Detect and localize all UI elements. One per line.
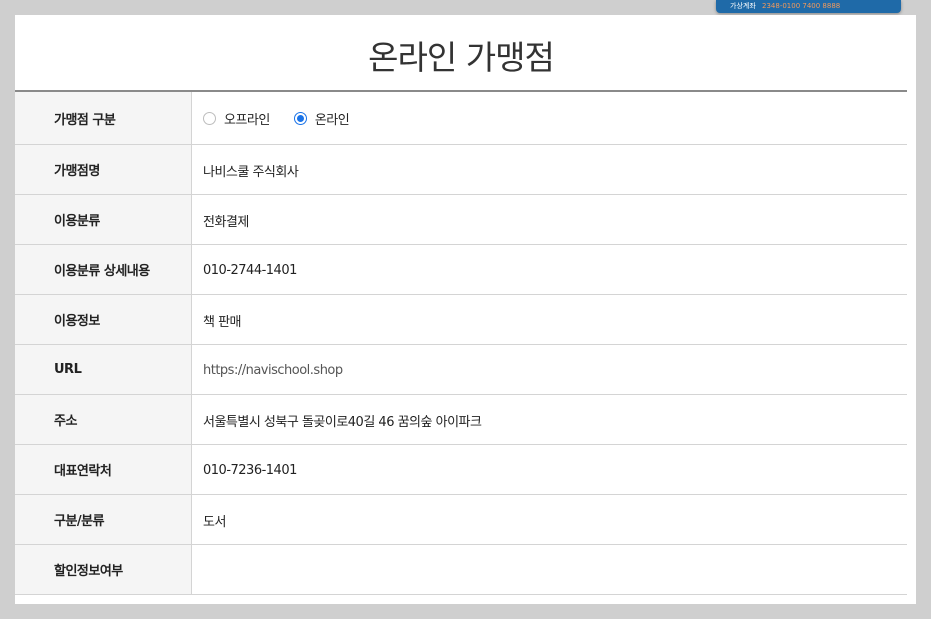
row-value: 책 판매: [203, 314, 242, 330]
table-row-merchant-name: 가맹점명 나비스쿨 주식회사: [15, 145, 907, 195]
radio-offline-button[interactable]: [203, 112, 216, 125]
table-row-classification: 구분/분류 도서: [15, 495, 907, 545]
url-link[interactable]: https://navischool.shop: [192, 345, 907, 394]
row-label: 대표연락처: [15, 445, 192, 494]
radio-offline[interactable]: 오프라인: [203, 109, 270, 128]
row-value: 나비스쿨 주식회사: [203, 164, 299, 180]
row-label: 이용분류 상세내용: [15, 245, 192, 294]
table-row-merchant-type: 가맹점 구분 오프라인 온라인: [15, 92, 907, 145]
table-row-discount-info: 할인정보여부: [15, 545, 907, 595]
table-row-usage-detail: 이용분류 상세내용 010-2744-1401: [15, 245, 907, 295]
row-label: 이용분류: [15, 195, 192, 244]
row-label: 가맹점명: [15, 145, 192, 194]
row-label: 이용정보: [15, 295, 192, 344]
top-account-banner: 가상계좌 2348-0100 7400 8888: [716, 0, 901, 13]
row-value: 서울특별시 성북구 돌곶이로40길 46 꿈의숲 아이파크: [203, 414, 482, 430]
page-title: 온라인 가맹점: [368, 38, 555, 77]
row-label: 가맹점 구분: [15, 92, 192, 144]
row-label: 할인정보여부: [15, 545, 192, 594]
table-row-usage-info: 이용정보 책 판매: [15, 295, 907, 345]
merchant-info-table: 가맹점 구분 오프라인 온라인 가맹점명 나비스쿨 주식회사 이용분류 전화결제…: [15, 90, 907, 595]
merchant-type-radio-group: 오프라인 온라인: [203, 109, 373, 128]
radio-online[interactable]: 온라인: [293, 109, 350, 128]
radio-offline-label: 오프라인: [224, 113, 270, 128]
banner-label: 가상계좌: [730, 2, 756, 10]
row-label: URL: [15, 345, 192, 394]
row-value: 010-2744-1401: [203, 262, 297, 278]
table-row-contact: 대표연락처 010-7236-1401: [15, 445, 907, 495]
row-value: 010-7236-1401: [203, 462, 297, 478]
radio-online-button[interactable]: [293, 112, 307, 125]
row-value: 오프라인 온라인: [192, 92, 907, 144]
merchant-info-panel: 온라인 가맹점 가맹점 구분 오프라인 온라인 가맹점명 나비스쿨 주식회사 이…: [15, 15, 916, 604]
row-label: 주소: [15, 395, 192, 444]
row-value: [192, 545, 907, 594]
table-row-usage-category: 이용분류 전화결제: [15, 195, 907, 245]
row-label: 구분/분류: [15, 495, 192, 544]
table-row-url: URL https://navischool.shop: [15, 345, 907, 395]
radio-online-label: 온라인: [314, 113, 350, 128]
row-value: 도서: [203, 514, 226, 530]
banner-account-number: 2348-0100 7400 8888: [762, 2, 841, 10]
table-row-address: 주소 서울특별시 성북구 돌곶이로40길 46 꿈의숲 아이파크: [15, 395, 907, 445]
row-value: 전화결제: [203, 214, 249, 230]
